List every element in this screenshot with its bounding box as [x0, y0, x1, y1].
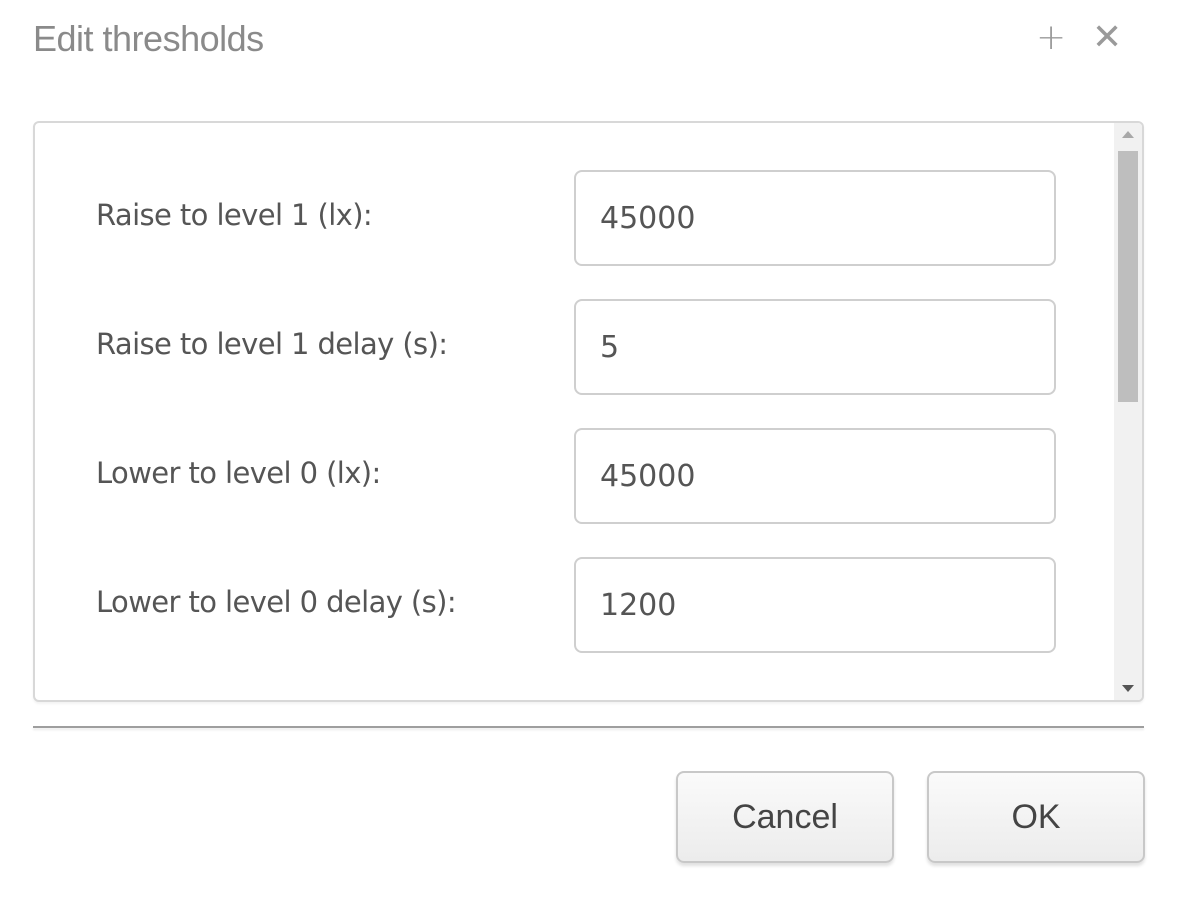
cancel-button[interactable]: Cancel — [676, 771, 894, 863]
field-row-lower-level: Lower to level 0 (lx): — [35, 428, 1115, 524]
expand-icon[interactable]: + — [1036, 14, 1066, 62]
raise-delay-input[interactable] — [574, 299, 1056, 395]
close-icon[interactable]: ✕ — [1092, 14, 1122, 62]
ok-button[interactable]: OK — [927, 771, 1145, 863]
field-row-raise-level: Raise to level 1 (lx): — [35, 170, 1115, 266]
field-row-lower-delay: Lower to level 0 delay (s): — [35, 557, 1115, 653]
dialog-title: Edit thresholds — [33, 18, 264, 59]
scroll-down-arrow-icon[interactable] — [1122, 685, 1134, 692]
field-label: Raise to level 1 delay (s): — [96, 327, 448, 361]
field-label: Lower to level 0 (lx): — [96, 456, 381, 490]
scroll-up-arrow-icon[interactable] — [1122, 131, 1134, 138]
thresholds-panel: Raise to level 1 (lx): Raise to level 1 … — [33, 121, 1144, 702]
divider — [33, 726, 1144, 728]
vertical-scrollbar[interactable] — [1114, 123, 1142, 700]
lower-delay-input[interactable] — [574, 557, 1056, 653]
lower-level-input[interactable] — [574, 428, 1056, 524]
scrollbar-thumb[interactable] — [1118, 151, 1138, 402]
field-label: Raise to level 1 (lx): — [96, 198, 373, 232]
field-row-raise-delay: Raise to level 1 delay (s): — [35, 299, 1115, 395]
field-label: Lower to level 0 delay (s): — [96, 585, 457, 619]
raise-level-input[interactable] — [574, 170, 1056, 266]
